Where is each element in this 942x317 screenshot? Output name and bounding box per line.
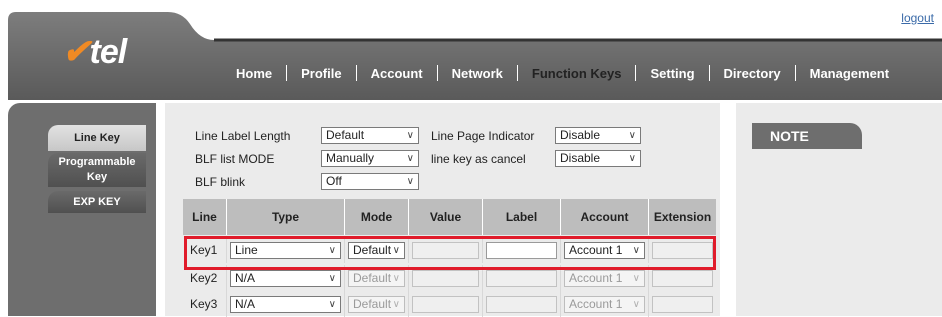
chevron-down-icon: ∨ bbox=[406, 153, 414, 164]
col-account: Account bbox=[561, 199, 649, 235]
account-select[interactable]: Account 1 ∨ bbox=[564, 241, 645, 259]
blf-blink-label: BLF blink bbox=[195, 174, 246, 189]
type-select[interactable]: N/A ∨ bbox=[230, 295, 341, 313]
axtel-logo: ✔tel bbox=[62, 33, 127, 71]
nav-home[interactable]: Home bbox=[222, 66, 286, 81]
table-row: Key1 Line ∨ Default ∨ Account 1 ∨ bbox=[183, 237, 716, 263]
nav-account[interactable]: Account bbox=[357, 66, 437, 81]
table-row: Key2 N/A ∨ Default ∨ Account 1 ∨ bbox=[183, 265, 716, 291]
line-label-length-row: Line Label Length Default ∨ bbox=[195, 127, 419, 144]
extension-input[interactable] bbox=[652, 269, 713, 287]
col-mode: Mode bbox=[345, 199, 409, 235]
chevron-down-icon: ∨ bbox=[392, 272, 400, 284]
nav-function-keys[interactable]: Function Keys bbox=[518, 66, 636, 81]
key-table: Line Type Mode Value Label Account Exten… bbox=[183, 199, 716, 317]
note-title: NOTE bbox=[752, 123, 862, 149]
mode-select[interactable]: Default ∨ bbox=[348, 269, 405, 287]
value-input[interactable] bbox=[412, 295, 479, 313]
col-label: Label bbox=[483, 199, 561, 235]
value-input[interactable] bbox=[412, 241, 479, 259]
select-value: Disable bbox=[560, 151, 601, 165]
label-input[interactable] bbox=[486, 269, 557, 287]
nav-profile[interactable]: Profile bbox=[287, 66, 355, 81]
chevron-down-icon: ∨ bbox=[632, 244, 640, 256]
chevron-down-icon: ∨ bbox=[392, 244, 400, 256]
sidebar-item-programmable-key[interactable]: Programmable Key bbox=[48, 153, 146, 187]
sidebar: Line Key Programmable Key EXP KEY bbox=[8, 103, 156, 316]
blf-blink-select[interactable]: Off ∨ bbox=[321, 173, 419, 190]
chevron-down-icon: ∨ bbox=[632, 298, 640, 310]
select-value: Default bbox=[353, 296, 392, 311]
col-value: Value bbox=[409, 199, 483, 235]
line-page-indicator-row: Line Page Indicator Disable ∨ bbox=[431, 127, 641, 144]
nav-management[interactable]: Management bbox=[796, 66, 903, 81]
blf-blink-row: BLF blink Off ∨ bbox=[195, 173, 419, 190]
account-select[interactable]: Account 1 ∨ bbox=[564, 295, 645, 313]
nav-directory[interactable]: Directory bbox=[710, 66, 795, 81]
chevron-down-icon: ∨ bbox=[632, 272, 640, 284]
chevron-down-icon: ∨ bbox=[628, 153, 636, 164]
note-panel: NOTE bbox=[736, 103, 942, 316]
nav-setting[interactable]: Setting bbox=[636, 66, 708, 81]
line-page-indicator-select[interactable]: Disable ∨ bbox=[555, 127, 641, 144]
chevron-down-icon: ∨ bbox=[392, 298, 400, 310]
select-value: N/A bbox=[235, 296, 256, 311]
select-value: Manually bbox=[326, 151, 375, 165]
chevron-down-icon: ∨ bbox=[328, 298, 336, 310]
key-label: Key1 bbox=[190, 243, 218, 257]
line-label-length-select[interactable]: Default ∨ bbox=[321, 127, 419, 144]
key-label: Key3 bbox=[190, 297, 218, 311]
extension-input[interactable] bbox=[652, 295, 713, 313]
select-value: Account 1 bbox=[569, 296, 623, 311]
top-nav: Home Profile Account Network Function Ke… bbox=[222, 64, 903, 82]
value-input[interactable] bbox=[412, 269, 479, 287]
key-label: Key2 bbox=[190, 271, 218, 285]
col-line: Line bbox=[183, 199, 227, 235]
table-header: Line Type Mode Value Label Account Exten… bbox=[183, 199, 716, 235]
blf-list-mode-select[interactable]: Manually ∨ bbox=[321, 150, 419, 167]
sidebar-item-exp-key[interactable]: EXP KEY bbox=[48, 191, 146, 213]
mode-select[interactable]: Default ∨ bbox=[348, 295, 405, 313]
type-select[interactable]: Line ∨ bbox=[230, 241, 341, 259]
blf-list-mode-row: BLF list MODE Manually ∨ bbox=[195, 150, 419, 167]
select-value: N/A bbox=[235, 270, 256, 285]
select-value: Default bbox=[326, 128, 365, 142]
col-type: Type bbox=[227, 199, 345, 235]
select-value: Default bbox=[353, 270, 392, 285]
line-key-as-cancel-select[interactable]: Disable ∨ bbox=[555, 150, 641, 167]
line-page-indicator-label: Line Page Indicator bbox=[431, 128, 535, 143]
select-value: Default bbox=[353, 242, 392, 257]
line-key-as-cancel-label: line key as cancel bbox=[431, 151, 526, 166]
header-bar: ✔tel Home Profile Account Network Functi… bbox=[0, 10, 942, 100]
select-value: Account 1 bbox=[569, 242, 623, 257]
label-input[interactable] bbox=[486, 295, 557, 313]
sidebar-item-line-key[interactable]: Line Key bbox=[48, 125, 146, 151]
header-background bbox=[8, 12, 942, 100]
line-key-as-cancel-row: line key as cancel Disable ∨ bbox=[431, 150, 641, 167]
blf-list-mode-label: BLF list MODE bbox=[195, 151, 275, 166]
account-select[interactable]: Account 1 ∨ bbox=[564, 269, 645, 287]
select-value: Off bbox=[326, 174, 342, 188]
chevron-down-icon: ∨ bbox=[406, 176, 414, 187]
chevron-down-icon: ∨ bbox=[328, 244, 336, 256]
extension-input[interactable] bbox=[652, 241, 713, 259]
table-row: Key3 N/A ∨ Default ∨ Account 1 ∨ bbox=[183, 291, 716, 317]
chevron-down-icon: ∨ bbox=[406, 130, 414, 141]
col-extension: Extension bbox=[653, 210, 712, 224]
chevron-down-icon: ∨ bbox=[628, 130, 636, 141]
line-label-length-label: Line Label Length bbox=[195, 128, 291, 143]
nav-network[interactable]: Network bbox=[438, 66, 517, 81]
type-select[interactable]: N/A ∨ bbox=[230, 269, 341, 287]
mode-select[interactable]: Default ∨ bbox=[348, 241, 405, 259]
main-content: Line Label Length Default ∨ Line Page Ind… bbox=[165, 103, 720, 317]
select-value: Account 1 bbox=[569, 270, 623, 285]
chevron-down-icon: ∨ bbox=[328, 272, 336, 284]
select-value: Line bbox=[235, 242, 258, 257]
select-value: Disable bbox=[560, 128, 601, 142]
label-input[interactable] bbox=[486, 241, 557, 259]
